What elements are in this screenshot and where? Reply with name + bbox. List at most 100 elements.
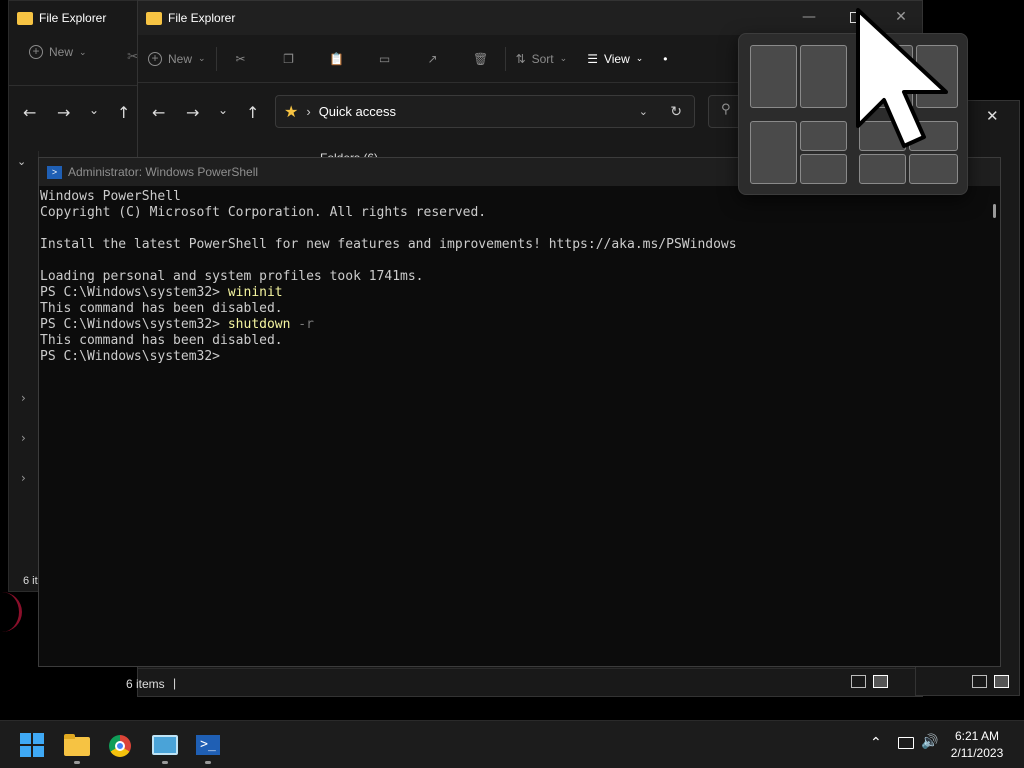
forward-arrow-icon[interactable]: → bbox=[186, 103, 199, 122]
snap-layout-grid-br[interactable] bbox=[909, 154, 958, 184]
console-line: Install the latest PowerShell for new fe… bbox=[40, 237, 737, 252]
clock-date: 2/11/2023 bbox=[950, 746, 1004, 760]
console-command: shutdown bbox=[227, 317, 291, 332]
console-output[interactable]: Windows PowerShell Copyright (C) Microso… bbox=[39, 186, 1000, 365]
rename-button[interactable]: ▭ bbox=[361, 43, 409, 75]
control-panel-icon[interactable] bbox=[152, 735, 178, 755]
chevron-down-icon: ⌄ bbox=[635, 53, 644, 63]
powershell-icon[interactable]: >_ bbox=[196, 735, 220, 755]
chevron-down-icon[interactable]: ⌄ bbox=[89, 103, 99, 117]
up-arrow-icon[interactable]: ↑ bbox=[117, 103, 130, 122]
new-button[interactable]: + New ⌄ bbox=[138, 43, 216, 75]
refresh-icon[interactable]: ↻ bbox=[670, 103, 682, 120]
rename-icon: ▭ bbox=[378, 51, 391, 66]
back-arrow-icon[interactable]: ← bbox=[152, 103, 165, 122]
paste-button[interactable]: 📋 bbox=[313, 43, 361, 75]
paste-icon: 📋 bbox=[329, 51, 345, 66]
snap-layout-grid-bl[interactable] bbox=[859, 154, 906, 184]
chevron-down-icon[interactable]: ⌄ bbox=[17, 155, 26, 168]
snap-layout-quad-tr[interactable] bbox=[800, 121, 847, 151]
desktop-wallpaper-fragment bbox=[0, 592, 22, 632]
back-arrow-icon[interactable]: ← bbox=[23, 103, 36, 122]
snap-layout-half-left[interactable] bbox=[750, 45, 797, 108]
item-count: 6 items bbox=[126, 677, 165, 691]
sort-icon: ⇅ bbox=[515, 51, 526, 66]
snap-layout-quad-left[interactable] bbox=[750, 121, 797, 184]
chevron-up-icon[interactable]: ⌃ bbox=[870, 735, 882, 751]
network-icon[interactable] bbox=[898, 737, 914, 749]
share-icon: ↗ bbox=[427, 51, 438, 66]
snap-layout-quad-br[interactable] bbox=[800, 154, 847, 184]
powershell-icon: > bbox=[47, 165, 62, 179]
status-divider: | bbox=[173, 676, 177, 690]
clock-time: 6:21 AM bbox=[954, 729, 1000, 743]
cut-button[interactable]: ✂ bbox=[217, 43, 265, 75]
window-title: File Explorer bbox=[168, 11, 236, 25]
trash-icon: 🗑 bbox=[472, 51, 489, 66]
star-icon: ★ bbox=[284, 103, 299, 121]
chevron-down-icon: ⌄ bbox=[198, 53, 206, 63]
system-clock[interactable]: 6:21 AM 2/11/2023 bbox=[940, 728, 1014, 762]
volume-icon[interactable]: 🔊 bbox=[921, 734, 938, 750]
delete-button[interactable]: 🗑 bbox=[457, 43, 505, 75]
chevron-down-icon[interactable]: ⌄ bbox=[639, 105, 648, 118]
share-button[interactable]: ↗ bbox=[409, 43, 457, 75]
window-title: File Explorer bbox=[39, 11, 107, 25]
console-line: This command has been disabled. bbox=[40, 301, 283, 316]
chevron-down-icon: ⌄ bbox=[559, 53, 568, 63]
file-explorer-taskbar-icon[interactable] bbox=[64, 733, 90, 759]
status-item-count: 6 it bbox=[23, 575, 38, 587]
chevron-right-icon[interactable]: › bbox=[21, 391, 26, 405]
forward-arrow-icon[interactable]: → bbox=[57, 103, 70, 122]
navigation-pane: ⌄ › › › bbox=[9, 151, 39, 591]
cut-icon: ✂ bbox=[235, 51, 246, 66]
scrollbar-thumb[interactable] bbox=[993, 204, 996, 218]
chevron-right-icon[interactable]: › bbox=[21, 431, 26, 445]
minimize-button[interactable]: — bbox=[786, 1, 832, 33]
close-icon[interactable]: ✕ bbox=[986, 107, 999, 125]
plus-circle-icon: + bbox=[29, 45, 43, 59]
windows-start-icon[interactable] bbox=[20, 733, 46, 759]
address-location: Quick access bbox=[318, 104, 396, 119]
view-icon: ☰ bbox=[587, 51, 598, 66]
console-prompt: PS C:\Windows\system32> bbox=[40, 317, 228, 332]
console-prompt: PS C:\Windows\system32> bbox=[40, 285, 228, 300]
search-icon: ⚲ bbox=[721, 102, 731, 117]
copy-icon: ❐ bbox=[283, 51, 294, 66]
more-options-button[interactable]: • bbox=[653, 43, 677, 75]
address-bar[interactable]: ★ › Quick access ⌄ ↻ bbox=[275, 95, 695, 128]
console-line: This command has been disabled. bbox=[40, 333, 283, 348]
snap-layout-half-right[interactable] bbox=[800, 45, 847, 108]
up-arrow-icon[interactable]: ↑ bbox=[246, 103, 259, 122]
chevron-right-icon[interactable]: › bbox=[21, 471, 26, 485]
tiles-view-icon[interactable] bbox=[994, 675, 1009, 688]
view-button[interactable]: ☰ View ⌄ bbox=[577, 43, 653, 75]
chevron-down-icon: ⌄ bbox=[79, 46, 87, 57]
console-command: wininit bbox=[227, 285, 283, 300]
status-bar: 6 items | bbox=[126, 668, 922, 696]
folder-icon bbox=[64, 737, 90, 756]
console-line: Loading personal and system profiles too… bbox=[40, 269, 424, 284]
copy-button[interactable]: ❐ bbox=[265, 43, 313, 75]
console-prompt: PS C:\Windows\system32> bbox=[40, 349, 228, 364]
running-indicator bbox=[74, 761, 80, 764]
chevron-down-icon[interactable]: ⌄ bbox=[218, 103, 228, 117]
console-line: Windows PowerShell bbox=[40, 189, 181, 204]
folder-icon bbox=[17, 11, 33, 25]
powershell-window[interactable]: > Administrator: Windows PowerShell Wind… bbox=[38, 157, 1001, 667]
details-view-icon[interactable] bbox=[851, 675, 866, 688]
folder-icon bbox=[146, 11, 162, 25]
taskbar: >_ ⌃ 🔊 6:21 AM 2/11/2023 bbox=[0, 720, 1024, 768]
console-line: Copyright (C) Microsoft Corporation. All… bbox=[40, 205, 487, 220]
scrollbar[interactable] bbox=[988, 186, 1000, 666]
sort-button[interactable]: ⇅ Sort ⌄ bbox=[506, 43, 578, 75]
chrome-icon[interactable] bbox=[109, 735, 131, 757]
chevron-right-icon: › bbox=[306, 104, 311, 119]
console-argument: -r bbox=[290, 317, 314, 332]
new-button[interactable]: + New ⌄ bbox=[29, 45, 87, 59]
tiles-view-icon[interactable] bbox=[873, 675, 888, 688]
details-view-icon[interactable] bbox=[972, 675, 987, 688]
mouse-cursor-icon bbox=[856, 8, 948, 148]
window-title: Administrator: Windows PowerShell bbox=[68, 165, 259, 179]
running-indicator bbox=[162, 761, 168, 764]
